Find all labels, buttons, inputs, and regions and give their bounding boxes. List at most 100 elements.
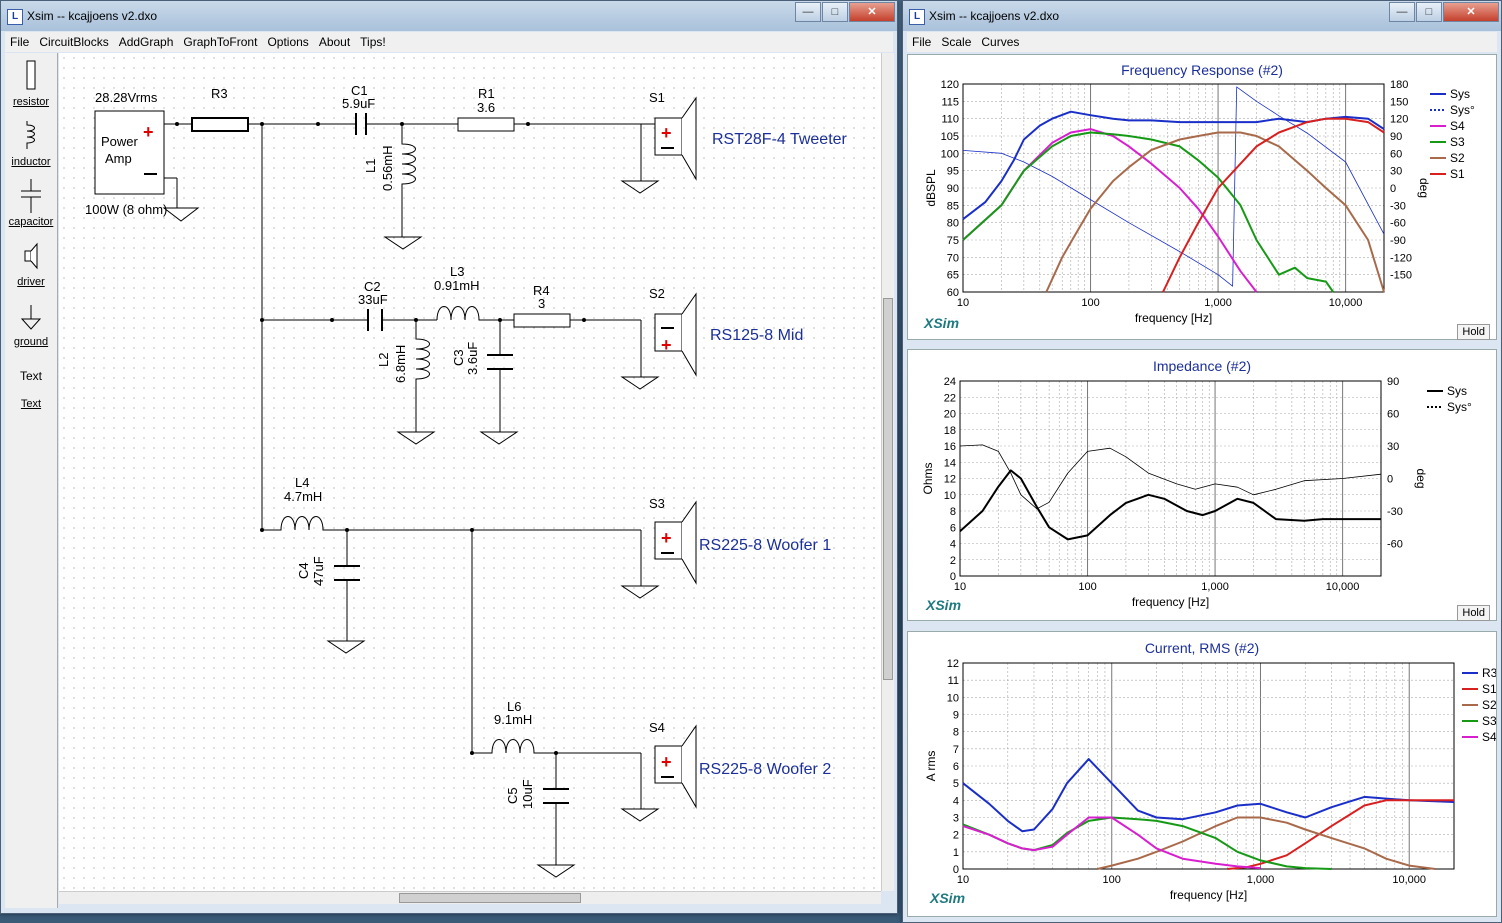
hold-button[interactable]: Hold [1457,605,1490,621]
menu-graphtofront[interactable]: GraphToFront [178,32,262,52]
y2-tick-label: 120 [1390,114,1408,126]
y2-tick-label: 60 [1390,148,1402,160]
y-axis-label: A rms [924,751,938,782]
schematic-titlebar[interactable]: L Xsim -- kcajjoens v2.dxo — □ ✕ [1,1,897,31]
impedance-panel: Impedance (#2) 24 22 20 18 16 14 12 10 8 6 4 2 0 90 60… [907,349,1497,621]
tool-label: resistor [12,96,50,108]
ground-symbol [620,808,660,822]
c4-value: 47uF [311,556,326,586]
y-axis-label: dBSPL [924,169,938,207]
r1-value: 3.6 [477,100,495,115]
menu-file[interactable]: File [907,32,936,52]
minimize-button[interactable]: — [1389,2,1415,22]
l1-name: L1 [363,159,378,173]
legend-entry: R3 [1482,666,1496,680]
tool-capacitor[interactable]: capacitor [5,179,57,228]
graph-window: L Xsim -- kcajjoens v2.dxo — □ ✕ File Sca… [902,0,1502,923]
schematic-window: L Xsim -- kcajjoens v2.dxo — □ ✕ File Cir… [0,0,898,914]
y2-tick-label: 30 [1390,166,1402,178]
series-line-r3 [962,758,1455,833]
legend-entry: Sys [1447,384,1467,398]
legend-entry: Sys° [1447,400,1472,414]
y-tick-label: 10 [947,692,959,704]
y-tick-label: 7 [953,744,959,756]
schematic-vertical-scrollbar[interactable] [881,53,894,891]
y-tick-label: 24 [944,376,956,388]
current-chart: 121110987654321010 100 1,000 10,000frequenc… [924,658,1496,902]
y-tick-label: 11 [948,675,959,687]
l3-name: L3 [450,264,464,279]
ground-symbol [383,236,423,250]
menu-addgraph[interactable]: AddGraph [114,32,179,52]
tool-label: Text [20,398,42,410]
legend-entry: Sys [1450,87,1470,101]
y-tick-label: 80 [947,218,959,230]
y-tick-label: 16 [944,441,956,453]
xsim-logo: XSim [930,890,966,906]
legend-entry: S4 [1482,730,1496,744]
close-button[interactable]: ✕ [1443,2,1499,22]
y-tick-label: 6 [953,761,959,773]
tool-resistor[interactable]: resistor [5,59,57,108]
close-button[interactable]: ✕ [849,2,895,22]
ground-symbol [396,431,436,445]
menu-options[interactable]: Options [262,32,313,52]
y2-tick-label: 30 [1387,441,1399,453]
l4-name: L4 [295,475,309,490]
y-tick-label: 12 [944,474,956,486]
impedance-chart: 2422201816141210864209060300-30-6010 100 1… [921,376,1472,609]
c2-value: 33uF [358,292,388,307]
series-line-sys [959,469,1381,541]
hold-button[interactable]: Hold [1457,324,1490,340]
y-tick-label: 10 [944,490,956,502]
menu-file[interactable]: File [5,32,34,52]
menu-curves[interactable]: Curves [976,32,1024,52]
c5-name: C5 [505,787,520,804]
y2-tick-label: 180 [1390,79,1408,91]
y-tick-label: 1 [953,847,959,859]
component-toolbox: resistor inductor capacitor driver groun… [5,53,58,908]
schematic-canvas[interactable]: + + + + + 28.28Vrms Power Amp 100W (8 ohm) R… [59,53,881,891]
y-tick-label: 90 [947,183,959,195]
y-tick-label: 3 [953,813,959,825]
series-line-s3 [962,131,1335,293]
schematic-diagram: + + + + + 28.28Vrms Power Amp 100W (8 ohm) R… [85,83,848,878]
graph-titlebar[interactable]: L Xsim -- kcajjoens v2.dxo — □ ✕ [903,1,1501,31]
ground-icon [20,305,42,330]
tool-text-1[interactable]: Text [5,369,57,383]
l6-value: 9.1mH [494,712,532,727]
xsim-logo: XSim [926,597,962,613]
text-icon: Text [19,369,42,383]
menu-circuitblocks[interactable]: CircuitBlocks [34,32,113,52]
maximize-button[interactable]: □ [822,2,848,22]
tool-ground[interactable]: ground [5,303,57,348]
scroll-thumb[interactable] [883,298,893,680]
s2-id: S2 [649,286,665,301]
driver-label-s1: RST28F-4 Tweeter [712,131,848,148]
y-tick-label: 2 [953,830,959,842]
inductor-icon [26,121,35,149]
legend-entry: S2 [1482,698,1496,712]
tool-inductor[interactable]: inductor [5,119,57,168]
tool-text-2[interactable]: Text [5,398,57,410]
y2-tick-label: 60 [1387,409,1399,421]
menu-about[interactable]: About [314,32,355,52]
y-tick-label: 18 [944,425,956,437]
freq-response-chart: 1201151101051009590858075706560180150120… [924,79,1475,325]
r1-name: R1 [478,86,495,101]
s1-id: S1 [649,90,665,105]
y-tick-label: 120 [941,79,959,91]
menu-tips[interactable]: Tips! [355,32,391,52]
schematic-horizontal-scrollbar[interactable] [59,891,881,904]
menu-scale[interactable]: Scale [936,32,976,52]
ground-symbol [162,207,200,222]
y-tick-label: 9 [953,710,959,722]
graph-menubar: File Scale Curves [907,32,1497,52]
scroll-thumb[interactable] [399,893,581,903]
maximize-button[interactable]: □ [1416,2,1442,22]
window-title: Xsim -- kcajjoens v2.dxo [929,9,1060,23]
tool-driver[interactable]: driver [5,241,57,288]
minimize-button[interactable]: — [795,2,821,22]
c1-value: 5.9uF [342,96,375,111]
l1-value: 0.56mH [380,145,395,191]
